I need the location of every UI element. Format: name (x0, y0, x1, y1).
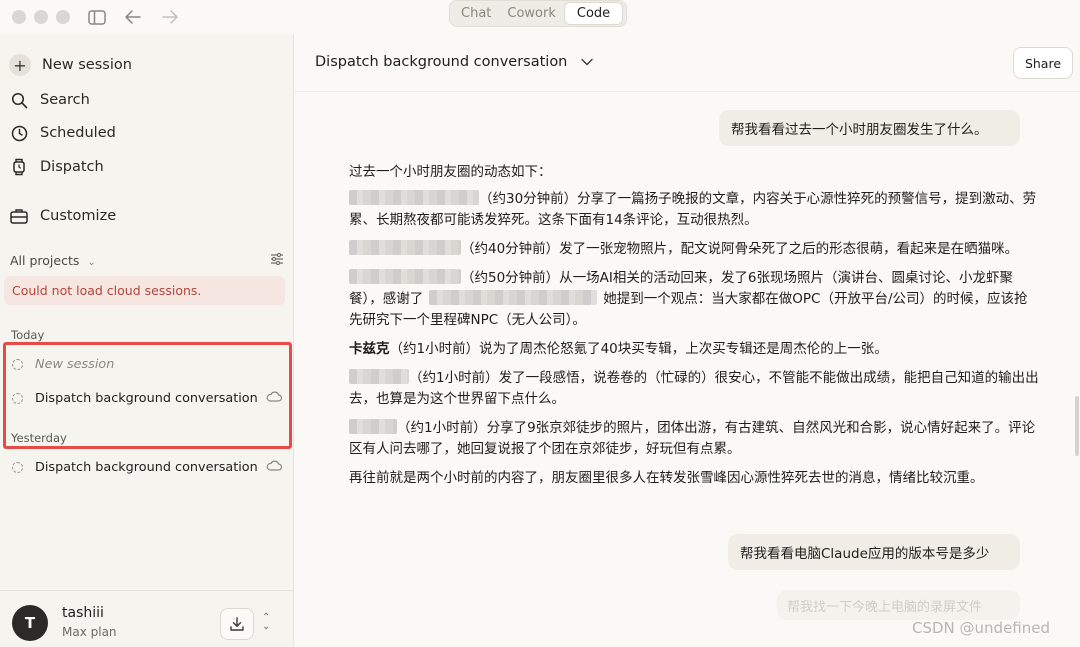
redacted-name (349, 269, 461, 284)
session-title: New session (35, 356, 115, 372)
scrollbar[interactable] (1075, 396, 1079, 456)
sidebar: + New session Search Scheduled Dispatch … (0, 34, 294, 647)
reply-paragraph: 再往前就是两个小时前的内容了，朋友圈里很多人在转发张雪峰因心源性猝死去世的消息，… (349, 470, 984, 486)
reply-intro: 过去一个小时朋友圈的动态如下： (349, 164, 552, 180)
session-status-icon (12, 358, 23, 370)
projects-filter: All projects ⌄ (10, 251, 284, 269)
session-title: Dispatch background conversation (35, 390, 258, 406)
account-menu-chevron-icon[interactable]: ⌃ ⌄ (262, 613, 270, 632)
zoom-window-button[interactable] (56, 10, 70, 24)
plus-icon: + (9, 54, 31, 76)
avatar: T (12, 605, 48, 641)
reply-paragraph: （约50分钟前）从一场AI相关的活动回来，发了6张现场照片（演讲台、圆桌讨论、小… (349, 268, 1039, 331)
tab-cowork[interactable]: Cowork (499, 2, 564, 25)
reply-text: （约1小时前）分享了9张京郊徒步的照片，团体出游，有古建筑、自然风光和合影，说心… (349, 420, 1036, 457)
sidebar-item-search[interactable]: Search (9, 87, 90, 113)
sidebar-toggle-icon[interactable] (86, 6, 108, 28)
session-item[interactable]: Dispatch background conversation (12, 386, 283, 410)
redacted-name (349, 369, 409, 384)
redacted-name (349, 190, 479, 205)
reply-text: （约40分钟前）发了一张宠物照片，配文说阿骨朵死了之后的形态很萌，看起来是在晒猫… (461, 241, 1019, 257)
user-message: 帮我看看过去一个小时朋友圈发生了什么。 (719, 110, 1020, 146)
title-bar: Chat Cowork Code (0, 0, 1080, 34)
session-item[interactable]: Dispatch background conversation (12, 455, 283, 479)
reply-paragraph: （约1小时前）发了一段感悟，说卷卷的（忙碌的）很安心，不管能不能做出成绩，能把自… (349, 368, 1039, 410)
nav-label: Search (40, 92, 90, 108)
back-arrow-icon[interactable] (122, 6, 144, 28)
forward-arrow-icon[interactable] (159, 6, 181, 28)
reply-paragraph: （约1小时前）分享了9张京郊徒步的照片，团体出游，有古建筑、自然风光和合影，说心… (349, 418, 1039, 460)
reply-text: （约1小时前）发了一段感悟，说卷卷的（忙碌的）很安心，不管能不能做出成绩，能把自… (349, 370, 1039, 407)
reply-paragraph: 卡兹克（约1小时前）说为了周杰伦怒氪了40块买专辑，上次买专辑还是周杰伦的上一张… (349, 339, 1039, 360)
reply-bold-name: 卡兹克 (349, 341, 390, 357)
nav-label: Dispatch (40, 159, 104, 175)
nav-label: Scheduled (40, 125, 116, 141)
user-message-faded: 帮我找一下今晚上电脑的录屏文件 (777, 590, 1020, 620)
redacted-name (429, 290, 598, 305)
share-button[interactable]: Share (1013, 47, 1073, 79)
reply-text: （约1小时前）说为了周杰伦怒氪了40块买专辑，上次买专辑还是周杰伦的上一张。 (389, 341, 888, 357)
sidebar-item-customize[interactable]: Customize (9, 203, 116, 229)
user-message: 帮我看看电脑Claude应用的版本号是多少 (728, 534, 1020, 570)
cloud-sessions-error: Could not load cloud sessions. (4, 276, 285, 305)
conversation-title: Dispatch background conversation (315, 54, 568, 70)
group-label-yesterday: Yesterday (11, 431, 67, 445)
watermark: CSDN @undefined (912, 619, 1051, 637)
nav-label: Customize (40, 208, 117, 224)
conversation-header: Dispatch background conversation Share (295, 34, 1080, 92)
projects-label: All projects (10, 252, 80, 268)
session-item-new[interactable]: New session (12, 352, 282, 376)
search-icon (9, 90, 29, 110)
tab-chat[interactable]: Chat (453, 2, 499, 25)
reply-paragraph: （约40分钟前）发了一张宠物照片，配文说阿骨朵死了之后的形态很萌，看起来是在晒猫… (349, 239, 1039, 260)
user-account[interactable]: T tashiii Max plan ⌃ ⌄ (0, 590, 294, 647)
download-button[interactable] (220, 608, 254, 640)
main-panel: Dispatch background conversation Share 帮… (295, 34, 1080, 647)
sidebar-item-scheduled[interactable]: Scheduled (9, 120, 116, 146)
sidebar-item-dispatch[interactable]: Dispatch (9, 154, 104, 180)
session-status-icon (12, 461, 23, 473)
download-icon (230, 617, 244, 631)
filter-settings-icon[interactable] (270, 252, 284, 268)
redacted-name (349, 419, 397, 434)
nav-label: New session (42, 57, 132, 73)
user-plan: Max plan (62, 625, 117, 639)
session-status-icon (12, 392, 23, 404)
tab-code[interactable]: Code (563, 2, 624, 25)
conversation-title-dropdown[interactable]: Dispatch background conversation (315, 54, 594, 70)
reply-paragraph: （约30分钟前）分享了一篇扬子晚报的文章，内容关于心源性猝死的预警信号，提到激动… (349, 189, 1039, 231)
assistant-message: 过去一个小时朋友圈的动态如下： （约30分钟前）分享了一篇扬子晚报的文章，内容关… (349, 162, 1039, 497)
briefcase-icon (9, 206, 29, 226)
new-session-button[interactable]: + New session (9, 52, 132, 78)
cloud-icon (266, 391, 283, 406)
minimize-window-button[interactable] (34, 10, 48, 24)
window-controls (12, 10, 70, 24)
all-projects-dropdown[interactable]: All projects ⌄ (10, 253, 96, 268)
session-title: Dispatch background conversation (35, 459, 258, 475)
close-window-button[interactable] (12, 10, 26, 24)
chevron-down-icon: ⌄ (87, 256, 96, 268)
cloud-icon (266, 460, 283, 475)
user-name: tashiii (62, 605, 104, 621)
chevron-down-icon (581, 58, 594, 66)
group-label-today: Today (11, 328, 45, 342)
mode-switcher: Chat Cowork Code (449, 0, 628, 27)
watch-icon (9, 157, 29, 177)
clock-icon (9, 123, 29, 143)
redacted-name (349, 240, 461, 255)
